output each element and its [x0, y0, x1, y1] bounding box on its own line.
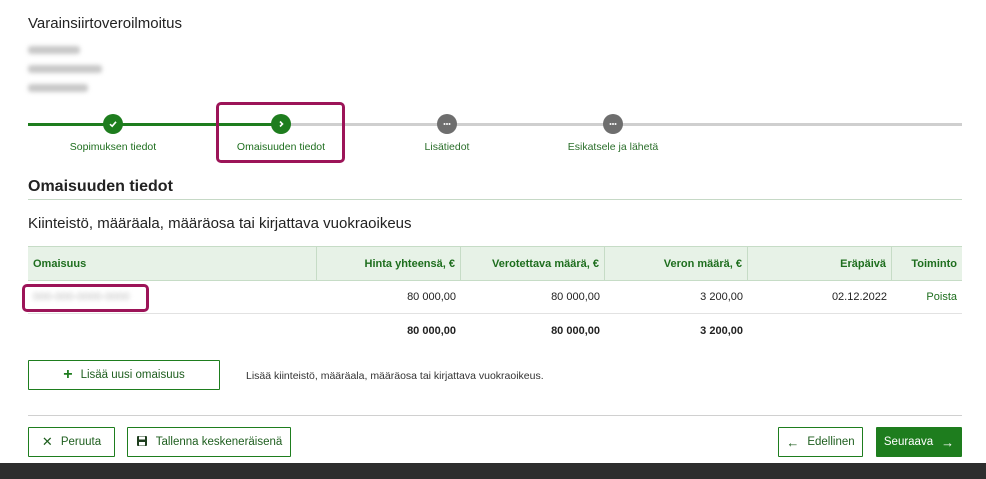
dots-icon	[437, 114, 457, 134]
total-price: 80 000,00	[407, 324, 456, 337]
totals-empty-cell	[892, 314, 962, 347]
step-label: Lisätiedot	[424, 141, 470, 153]
previous-button[interactable]: ← Edellinen	[778, 427, 863, 457]
column-header-toiminto: Toiminto	[911, 257, 957, 270]
dots-icon	[603, 114, 623, 134]
tax-cell: 3 200,00	[700, 291, 743, 303]
totals-empty-cell	[748, 314, 892, 347]
close-icon: ✕	[41, 434, 53, 449]
column-header-omaisuus[interactable]: Omaisuus	[28, 247, 317, 280]
total-taxable: 80 000,00	[551, 324, 600, 337]
section-title: Omaisuuden tiedot	[28, 178, 173, 195]
redacted-line	[28, 46, 80, 54]
table-totals-row: 80 000,00 80 000,00 3 200,00	[28, 314, 962, 347]
step-label: Esikatsele ja lähetä	[567, 141, 659, 153]
due-date-cell: 02.12.2022	[831, 291, 887, 303]
table-row: 000-000-0000-0000 80 000,00 80 000,00 3 …	[28, 281, 962, 314]
column-header-verotettava[interactable]: Verotettava määrä, €	[461, 247, 605, 280]
step-esikatsele-ja-laheta[interactable]: Esikatsele ja lähetä	[538, 112, 688, 153]
table-header: Omaisuus Hinta yhteensä, € Verotettava m…	[28, 246, 962, 281]
previous-label: Edellinen	[807, 436, 855, 448]
annotation-highlight-current-step	[216, 102, 345, 163]
cancel-button[interactable]: ✕ Peruuta	[28, 427, 115, 457]
check-icon	[103, 114, 123, 134]
total-tax: 3 200,00	[700, 324, 743, 337]
arrow-left-icon: ←	[786, 434, 800, 450]
next-label: Seuraava	[883, 436, 934, 448]
page-footer-band	[0, 463, 986, 479]
add-property-help: Lisää kiinteistö, määräala, määräosa tai…	[246, 370, 544, 382]
step-label: Sopimuksen tiedot	[69, 141, 157, 153]
add-property-button[interactable]: + Lisää uusi omaisuus	[28, 360, 220, 390]
plus-icon: +	[63, 366, 73, 383]
footer-divider	[28, 415, 962, 416]
section-subtitle: Kiinteistö, määräala, määräosa tai kirja…	[28, 215, 412, 232]
delete-link[interactable]: Poista	[892, 281, 962, 313]
page-title: Varainsiirtoveroilmoitus	[28, 15, 182, 32]
redacted-address-block	[28, 46, 102, 103]
column-header-vero[interactable]: Veron määrä, €	[605, 247, 748, 280]
save-draft-label: Tallenna keskeneräisenä	[155, 436, 283, 448]
arrow-right-icon: →	[941, 434, 955, 450]
progress-stepper: Sopimuksen tiedot Omaisuuden tiedot Lisä…	[28, 112, 962, 162]
column-header-erapaiva[interactable]: Eräpäivä	[748, 247, 892, 280]
cancel-label: Peruuta	[60, 436, 102, 448]
step-lisatiedot[interactable]: Lisätiedot	[372, 112, 522, 153]
redacted-line	[28, 65, 102, 73]
next-button[interactable]: Seuraava →	[876, 427, 962, 457]
save-icon	[136, 435, 148, 450]
redacted-line	[28, 84, 88, 92]
save-draft-button[interactable]: Tallenna keskeneräisenä	[127, 427, 291, 457]
add-property-label: Lisää uusi omaisuus	[80, 369, 185, 381]
annotation-highlight-property	[22, 284, 149, 312]
step-sopimuksen-tiedot[interactable]: Sopimuksen tiedot	[38, 112, 188, 153]
totals-empty-cell	[28, 314, 317, 347]
property-table: Omaisuus Hinta yhteensä, € Verotettava m…	[28, 246, 962, 347]
taxable-cell: 80 000,00	[551, 291, 600, 303]
section-divider	[28, 199, 962, 200]
price-cell: 80 000,00	[407, 291, 456, 303]
column-header-hinta[interactable]: Hinta yhteensä, €	[317, 247, 461, 280]
